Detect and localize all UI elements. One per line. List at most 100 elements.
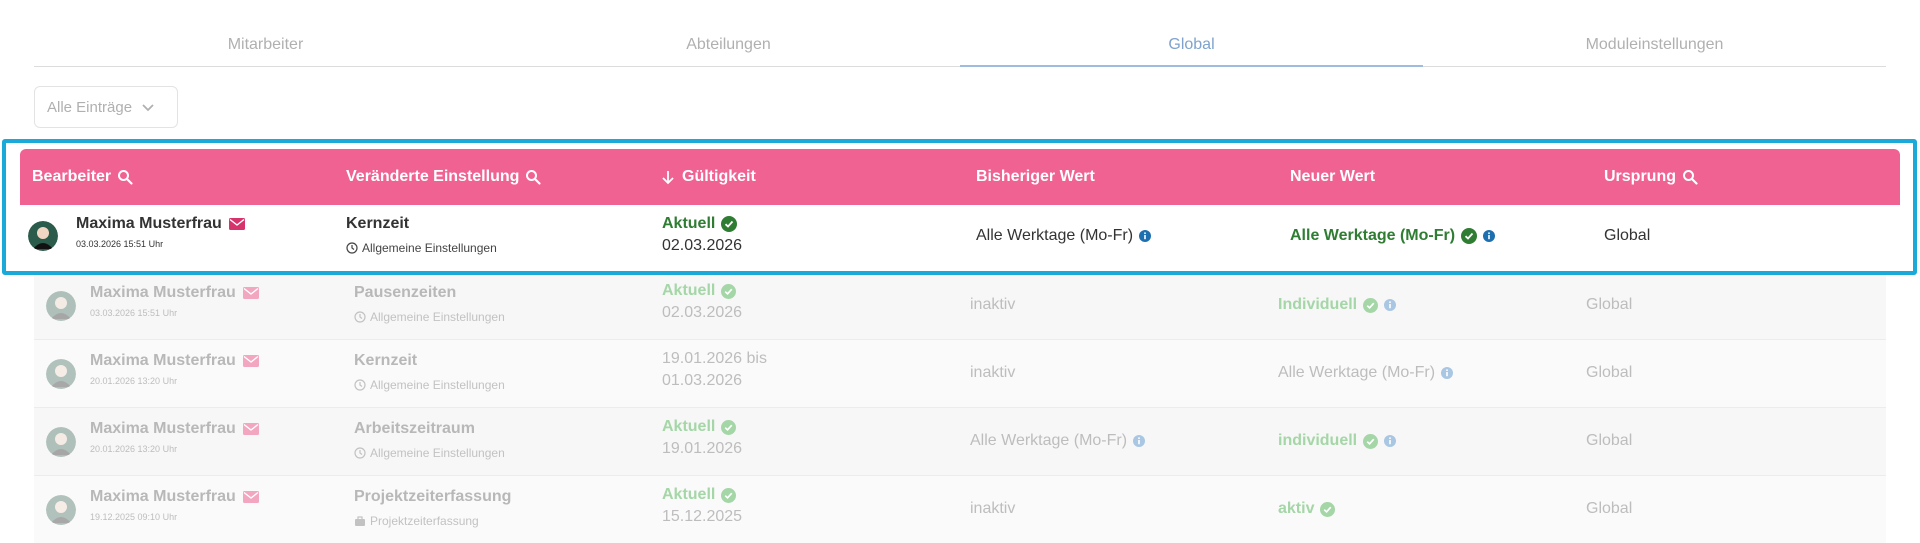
validity-status: Aktuell — [662, 418, 742, 436]
new-value: aktiv — [1278, 500, 1336, 518]
clock-icon — [354, 311, 366, 323]
editor-name-text: Maxima Musterfrau — [90, 284, 236, 301]
origin: Global — [1586, 500, 1633, 517]
avatar-cell — [46, 427, 76, 462]
old-value: Alle Werktage (Mo-Fr) — [976, 227, 1152, 245]
search-icon[interactable] — [525, 169, 541, 185]
setting-category-text: Allgemeine Einstellungen — [362, 241, 497, 255]
history-table-body: Maxima Musterfrau 03.03.2026 15:51 Uhr Pau… — [34, 272, 1886, 543]
check-circle-icon — [1461, 228, 1478, 244]
header-old-value-label: Bisheriger Wert — [976, 168, 1095, 185]
table-row[interactable]: Maxima Musterfrau 20.01.2026 13:20 Uhr Arb… — [34, 408, 1886, 476]
filter-label: Alle Einträge — [47, 98, 133, 116]
validity-date: 02.03.2026 — [662, 237, 743, 254]
editor-name-text: Maxima Musterfrau — [90, 420, 236, 437]
project-icon — [355, 516, 365, 526]
header-validity[interactable]: Gültigkeit — [660, 149, 756, 205]
new-value-text: aktiv — [1278, 500, 1315, 517]
new-value: Alle Werktage (Mo-Fr) — [1278, 364, 1454, 382]
old-value: inaktiv — [970, 296, 1015, 314]
validity-cell: Aktuell 15.12.2025 — [662, 486, 742, 526]
check-circle-icon — [1320, 501, 1336, 517]
chevron-down-icon — [140, 99, 156, 115]
info-icon[interactable] — [1441, 367, 1454, 379]
info-icon[interactable] — [1133, 435, 1146, 447]
old-value: inaktiv — [970, 364, 1015, 382]
header-new-value: Neuer Wert — [1290, 149, 1375, 205]
editor-name: Maxima Musterfrau — [90, 352, 259, 370]
check-circle-icon — [721, 216, 738, 232]
mail-icon[interactable] — [242, 423, 259, 435]
new-value-cell: Alle Werktage (Mo-Fr) — [1278, 364, 1454, 382]
tab-global[interactable]: Global — [960, 22, 1423, 67]
mail-icon[interactable] — [242, 355, 259, 367]
old-value-text: inaktiv — [970, 296, 1016, 313]
editor-cell: Maxima Musterfrau 19.12.2025 09:10 Uhr — [90, 488, 259, 522]
table-row[interactable]: Maxima Musterfrau 19.12.2025 09:10 Uhr Pro… — [34, 476, 1886, 543]
header-old-value: Bisheriger Wert — [976, 149, 1095, 205]
setting-category-text: Projektzeiterfassung — [370, 514, 479, 528]
entries-filter-dropdown[interactable]: Alle Einträge — [34, 86, 178, 128]
table-row-highlighted[interactable]: Maxima Musterfrau 03.03.2026 15:51 Uhr K… — [20, 205, 1900, 271]
editor-name: Maxima Musterfrau — [90, 488, 259, 506]
header-setting-label: Veränderte Einstellung — [346, 168, 520, 185]
avatar — [28, 221, 58, 251]
info-icon[interactable] — [1139, 230, 1152, 242]
setting-name: Arbeitszeitraum — [354, 420, 475, 437]
validity-status-text: Aktuell — [662, 418, 716, 435]
arrow-down-icon — [662, 171, 674, 185]
table-row[interactable]: Maxima Musterfrau 03.03.2026 15:51 Uhr Pau… — [34, 272, 1886, 340]
setting-category: Allgemeine Einstellungen — [354, 378, 505, 392]
validity-status-text: Aktuell — [662, 486, 716, 503]
highlighted-region: Bearbeiter Veränderte Einstellung Gültig… — [2, 139, 1917, 275]
check-circle-icon — [1363, 297, 1379, 313]
info-icon[interactable] — [1483, 230, 1496, 242]
tab-moduleinstellungen[interactable]: Moduleinstellungen — [1423, 22, 1886, 66]
search-icon[interactable] — [1682, 169, 1698, 185]
header-editor[interactable]: Bearbeiter — [32, 149, 133, 205]
mail-icon[interactable] — [242, 491, 259, 503]
header-editor-label: Bearbeiter — [32, 168, 112, 185]
search-icon[interactable] — [117, 169, 133, 185]
edit-timestamp: 03.03.2026 15:51 Uhr — [76, 239, 164, 249]
tab-bar: Mitarbeiter Abteilungen Global Moduleins… — [34, 22, 1886, 67]
editor-name: Maxima Musterfrau — [76, 215, 245, 233]
editor-name-text: Maxima Musterfrau — [76, 215, 222, 232]
mail-icon[interactable] — [228, 218, 245, 230]
table-row[interactable]: Maxima Musterfrau 20.01.2026 13:20 Uhr Ker… — [34, 340, 1886, 408]
check-circle-icon — [721, 487, 737, 503]
setting-cell: Pausenzeiten Allgemeine Einstellungen — [354, 284, 505, 324]
setting-category-text: Allgemeine Einstellungen — [370, 310, 505, 324]
origin: Global — [1586, 432, 1633, 449]
avatar-cell — [46, 359, 76, 394]
editor-name: Maxima Musterfrau — [90, 284, 259, 302]
setting-category: Projektzeiterfassung — [354, 514, 511, 528]
header-validity-label: Gültigkeit — [682, 168, 756, 185]
old-value-cell: Alle Werktage (Mo-Fr) — [970, 432, 1146, 450]
header-setting[interactable]: Veränderte Einstellung — [346, 149, 541, 205]
validity-cell: 19.01.2026 bis 01.03.2026 — [662, 350, 767, 390]
mail-icon[interactable] — [242, 287, 259, 299]
setting-cell: Projektzeiterfassung Projektzeiterfassung — [354, 488, 511, 528]
origin: Global — [1604, 227, 1651, 244]
old-value-text: inaktiv — [970, 364, 1016, 381]
old-value: inaktiv — [970, 500, 1015, 518]
info-icon[interactable] — [1384, 299, 1397, 311]
new-value: Individuell — [1278, 296, 1397, 314]
edit-timestamp: 03.03.2026 15:51 Uhr — [90, 308, 178, 318]
tab-abteilungen[interactable]: Abteilungen — [497, 22, 960, 66]
tab-mitarbeiter[interactable]: Mitarbeiter — [34, 22, 497, 66]
editor-cell: Maxima Musterfrau 20.01.2026 13:20 Uhr — [90, 420, 259, 454]
setting-category: Allgemeine Einstellungen — [354, 446, 505, 460]
info-icon[interactable] — [1384, 435, 1397, 447]
setting-name: Projektzeiterfassung — [354, 488, 512, 505]
setting-name: Kernzeit — [346, 215, 410, 232]
setting-category: Allgemeine Einstellungen — [354, 310, 505, 324]
new-value: individuell — [1278, 432, 1397, 450]
validity-date: 19.01.2026 — [662, 440, 743, 457]
editor-cell: Maxima Musterfrau 20.01.2026 13:20 Uhr — [90, 352, 259, 386]
old-value-text: Alle Werktage (Mo-Fr) — [976, 227, 1134, 244]
header-origin[interactable]: Ursprung — [1604, 149, 1698, 205]
origin: Global — [1586, 296, 1633, 313]
origin-cell: Global — [1586, 500, 1632, 518]
